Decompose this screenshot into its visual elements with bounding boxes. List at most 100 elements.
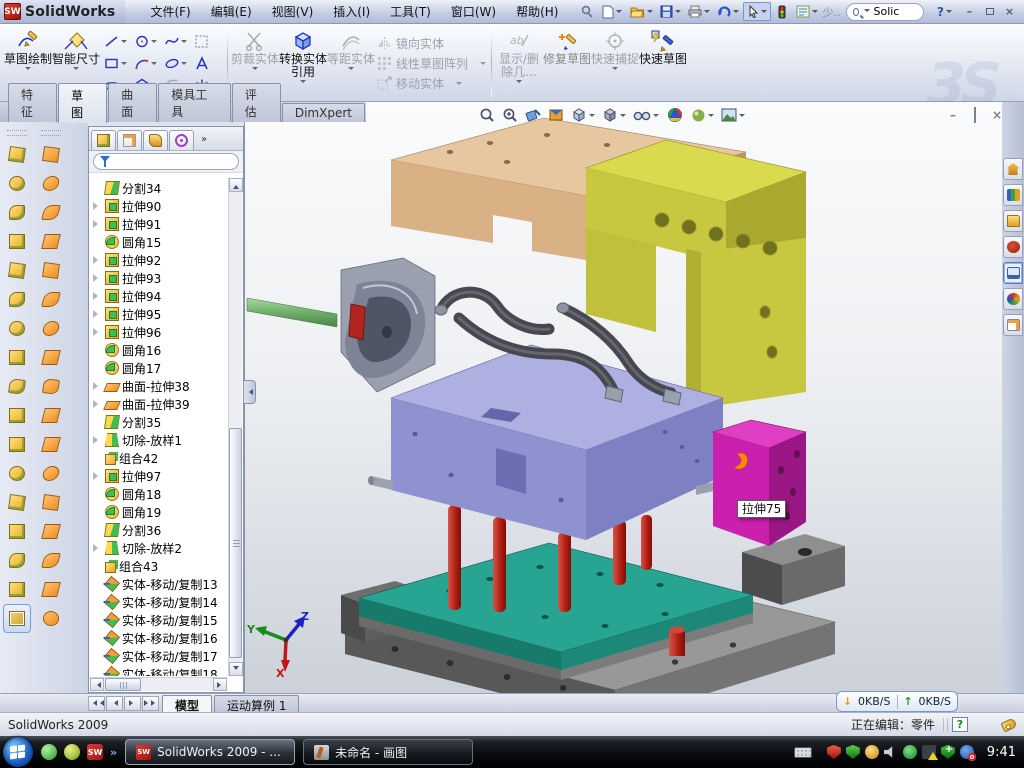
custom-properties-icon[interactable] [1003, 314, 1023, 336]
plane-icon[interactable] [3, 517, 31, 546]
curve-icon[interactable] [3, 546, 31, 575]
shell-icon[interactable] [3, 285, 31, 314]
zoom-area-icon[interactable] [500, 105, 520, 125]
tree-item[interactable]: 圆角15 [91, 233, 227, 251]
search-input[interactable] [873, 5, 917, 18]
quick-snaps-button[interactable]: 快速捕捉 [591, 27, 639, 99]
security-suite-icon[interactable] [846, 745, 860, 759]
dimxpert-manager-tab[interactable] [169, 130, 194, 150]
tree-item[interactable]: 实体-移动/复制17 [91, 647, 227, 665]
first-tab-icon[interactable] [88, 696, 105, 711]
expand-arrow-icon[interactable] [93, 310, 102, 318]
display-delete-relations-button[interactable]: ab 显示/删除几... [495, 27, 543, 99]
convert-entities-button[interactable]: 转换实体引用 [279, 27, 327, 99]
tree-item[interactable]: 实体-移动/复制16 [91, 629, 227, 647]
revolved-surface-icon[interactable] [37, 169, 65, 198]
toolbox-icon[interactable] [1003, 236, 1023, 258]
last-tab-icon[interactable] [142, 696, 159, 711]
delete-face-icon[interactable] [37, 372, 65, 401]
close-button[interactable]: × [1001, 4, 1018, 19]
delete-body-icon[interactable] [3, 459, 31, 488]
appearances-icon[interactable] [1003, 288, 1023, 310]
line-icon[interactable] [102, 30, 132, 52]
zoom-selection-icon[interactable] [523, 105, 543, 125]
freeform-icon[interactable] [37, 604, 65, 633]
file-explorer-icon[interactable] [1003, 210, 1023, 232]
view-settings-icon[interactable] [719, 105, 747, 125]
rapid-sketch-button[interactable]: 快速草图 [639, 27, 687, 99]
save-icon[interactable] [656, 2, 684, 21]
untrim-surface-icon[interactable] [37, 488, 65, 517]
menu-item[interactable]: 视图(V) [263, 1, 323, 22]
menu-item[interactable]: 插入(I) [324, 1, 379, 22]
mirror-entities-button[interactable]: 镜向实体 [377, 34, 486, 52]
messenger-icon[interactable] [41, 744, 57, 760]
search-box[interactable] [846, 3, 924, 21]
lofted-surface-icon[interactable] [37, 198, 65, 227]
sync-blocked-icon[interactable] [960, 745, 974, 759]
edit-appearance-icon[interactable] [664, 105, 686, 125]
pin-icon[interactable] [577, 2, 597, 21]
taskbar-button[interactable]: SW SolidWorks 2009 - ... [125, 739, 295, 765]
scroll-down-icon[interactable] [229, 662, 243, 676]
volume-icon[interactable] [884, 745, 898, 759]
filled-surface-icon[interactable] [37, 256, 65, 285]
instant3d-icon[interactable] [3, 604, 31, 633]
combine-icon[interactable] [3, 430, 31, 459]
tree-item[interactable]: 圆角16 [91, 341, 227, 359]
resources-home-icon[interactable] [1003, 158, 1023, 180]
tree-item[interactable]: 组合43 [91, 557, 227, 575]
taskbar-button[interactable]: 未命名 - 画图 [303, 739, 473, 765]
expand-arrow-icon[interactable] [93, 472, 102, 480]
doc-restore-button[interactable] [967, 108, 983, 122]
offset-surface-icon[interactable] [37, 314, 65, 343]
replace-face-icon[interactable] [37, 401, 65, 430]
tree-item[interactable]: 切除-放样2 [91, 539, 227, 557]
expand-arrow-icon[interactable] [93, 400, 102, 408]
tree-item[interactable]: 圆角18 [91, 485, 227, 503]
extruded-boss-icon[interactable] [3, 140, 31, 169]
command-tab[interactable]: 特征 [8, 83, 57, 122]
extend-surface-icon[interactable] [37, 430, 65, 459]
undo-icon[interactable] [714, 2, 742, 21]
tree-item[interactable]: 拉伸91 [91, 215, 227, 233]
options-list-icon[interactable] [793, 2, 821, 21]
trim-box-icon[interactable] [192, 30, 222, 52]
expand-arrow-icon[interactable] [93, 220, 102, 228]
sphere-icon[interactable] [64, 744, 80, 760]
linear-pattern-icon[interactable] [3, 343, 31, 372]
doc-close-button[interactable]: × [989, 108, 1002, 122]
doc-tab[interactable]: 模型 [162, 695, 212, 712]
trim-surface-icon[interactable] [37, 459, 65, 488]
property-manager-tab[interactable] [117, 130, 142, 150]
tree-filter-input[interactable] [93, 153, 239, 170]
tree-item[interactable]: 圆角19 [91, 503, 227, 521]
restore-button[interactable] [981, 4, 998, 19]
zoom-fit-icon[interactable] [477, 105, 497, 125]
boundary-surface-icon[interactable] [37, 227, 65, 256]
wireless-warning-icon[interactable] [922, 745, 936, 759]
command-tab[interactable]: 模具工具 [158, 83, 230, 122]
tree-item[interactable]: 分割35 [91, 413, 227, 431]
tree-item[interactable]: 实体-移动/复制13 [91, 575, 227, 593]
swept-surface-icon[interactable] [37, 140, 65, 169]
tree-item[interactable]: 实体-移动/复制15 [91, 611, 227, 629]
expand-arrow-icon[interactable] [93, 256, 102, 264]
new-document-icon[interactable] [598, 2, 626, 21]
menu-item[interactable]: 工具(T) [381, 1, 440, 22]
reference-geometry-icon[interactable] [3, 488, 31, 517]
offset-entities-button[interactable]: 等距实体 [327, 27, 375, 99]
command-tab[interactable]: 评估 [232, 83, 281, 122]
tree-item[interactable]: 曲面-拉伸39 [91, 395, 227, 413]
quick-launch-overflow-icon[interactable]: » [110, 746, 117, 759]
open-folder-icon[interactable] [627, 2, 655, 21]
split-icon[interactable] [3, 372, 31, 401]
apply-scene-icon[interactable] [689, 105, 716, 125]
expand-arrow-icon[interactable] [93, 544, 102, 552]
scroll-up-icon[interactable] [229, 178, 243, 192]
command-tab[interactable]: 草图 [58, 83, 107, 123]
tree-item[interactable]: 实体-移动/复制18 [91, 665, 227, 676]
ellipse-icon[interactable] [162, 52, 192, 74]
tree-item[interactable]: 拉伸95 [91, 305, 227, 323]
panel-tabs-overflow-icon[interactable]: » [195, 130, 213, 150]
